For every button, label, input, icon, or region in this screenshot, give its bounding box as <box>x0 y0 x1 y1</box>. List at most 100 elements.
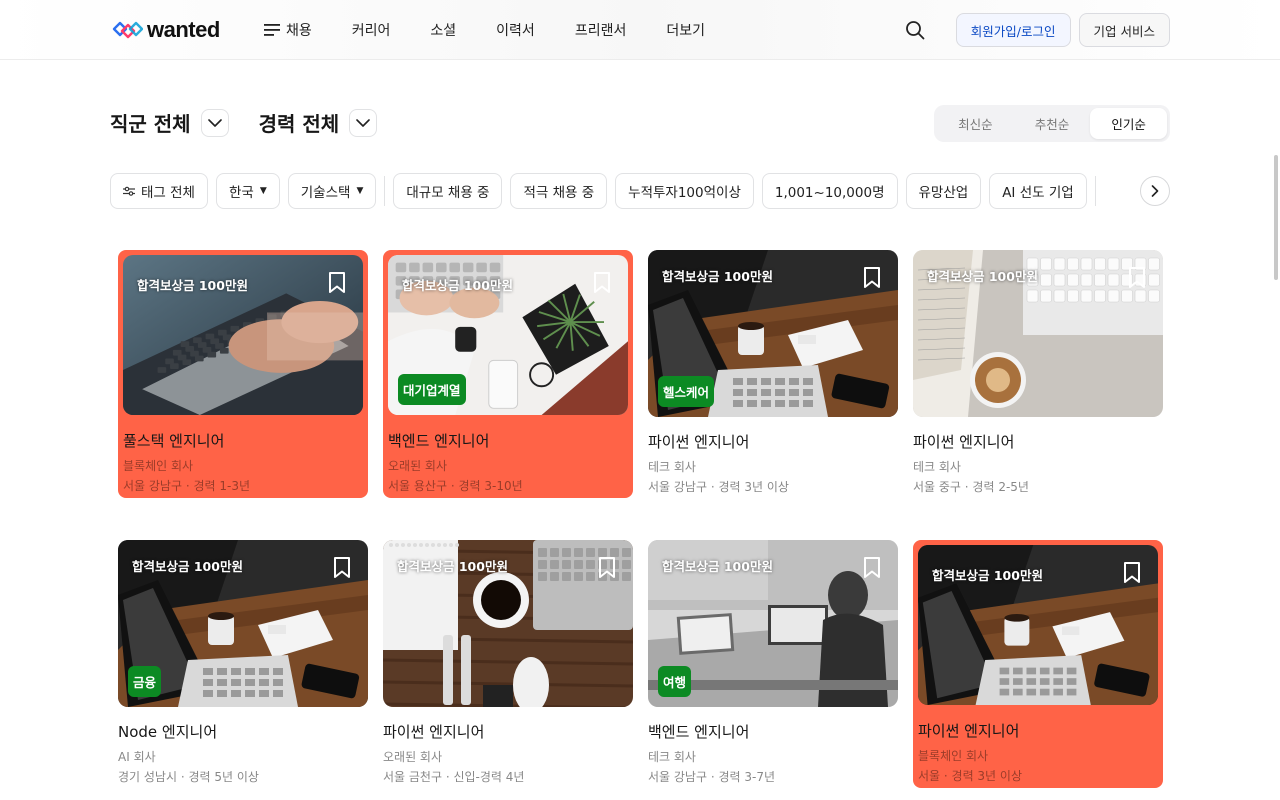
wanted-logo[interactable]: wanted <box>111 17 220 43</box>
chip-divider <box>384 176 386 206</box>
reward-label: 합격보상금 100만원 <box>397 559 508 574</box>
signup-login-button[interactable]: 회원가입/로그인 <box>955 13 1071 47</box>
nav-item-label: 커리어 <box>351 23 391 39</box>
company-name: AI 회사 <box>118 750 156 764</box>
sliders-icon <box>123 186 135 196</box>
bookmark-icon[interactable] <box>862 266 882 290</box>
industry-badge: 대기업계열 <box>398 374 466 405</box>
chevron-down-icon <box>349 108 378 137</box>
chips-next-button[interactable] <box>1140 176 1170 206</box>
chevron-right-icon <box>1151 185 1159 197</box>
job-card[interactable]: 합격보상금 100만원 파이썬 엔지니어 테크 회사 서울 중구 · 경력 2-… <box>913 250 1163 498</box>
top-header: wanted 채용 커리어 소셜 이력서 프리랜서 더보기 회원가입/로그인 기… <box>0 0 1280 60</box>
job-card[interactable]: 합격보상금 100만원 파이썬 엔지니어 블록체인 회사 서울 · 경력 3년 … <box>913 540 1163 788</box>
header-actions: 회원가입/로그인 기업 서비스 <box>898 13 1170 47</box>
main-nav: 채용 커리어 소셜 이력서 프리랜서 더보기 <box>264 18 745 42</box>
job-title: Node 엔지니어 <box>118 723 218 741</box>
company-name: 테크 회사 <box>648 750 696 764</box>
job-card[interactable]: 합격보상금 100만원 풀스택 엔지니어 블록체인 회사 서울 강남구 · 경력… <box>118 250 368 498</box>
bookmark-icon[interactable] <box>592 271 612 295</box>
job-location: 서울 금천구 · 신입-경력 4년 <box>383 770 525 784</box>
job-location: 서울 강남구 · 경력 3-7년 <box>648 770 775 784</box>
nav-item-label: 프리랜서 <box>574 23 627 39</box>
reward-label: 합격보상금 100만원 <box>932 568 1043 583</box>
nav-item-more[interactable]: 더보기 <box>666 18 705 42</box>
tag-all-chip[interactable]: 태그 전체 <box>110 173 208 209</box>
job-thumbnail: 합격보상금 100만원 헬스케어 <box>648 250 898 417</box>
sort-popular[interactable]: 인기순 <box>1090 108 1168 139</box>
chip-divider <box>1094 176 1096 206</box>
bookmark-icon[interactable] <box>1122 561 1142 585</box>
job-card[interactable]: 합격보상금 100만원 금융 Node 엔지니어 AI 회사 경기 성남시 · … <box>118 540 368 788</box>
bookmark-icon[interactable] <box>862 556 882 580</box>
nav-item-jobs[interactable]: 채용 <box>264 18 312 42</box>
filter-chip[interactable]: 1,001~10,000명 <box>761 173 898 209</box>
page-scrollbar[interactable] <box>1274 155 1278 280</box>
sort-recommended[interactable]: 추천순 <box>1014 108 1091 139</box>
job-title: 풀스택 엔지니어 <box>123 432 225 450</box>
job-location: 서울 · 경력 3년 이상 <box>918 769 1022 783</box>
bookmark-icon[interactable] <box>332 556 352 580</box>
job-thumbnail: 합격보상금 100만원 금융 <box>118 540 368 707</box>
filter-chip[interactable]: 적극 채용 중 <box>510 173 608 209</box>
job-card[interactable]: 합격보상금 100만원 헬스케어 파이썬 엔지니어 테크 회사 서울 강남구 ·… <box>648 250 898 498</box>
reward-label: 합격보상금 100만원 <box>662 269 773 284</box>
business-service-button[interactable]: 기업 서비스 <box>1078 13 1170 47</box>
nav-item-label: 채용 <box>286 23 312 39</box>
bookmark-icon[interactable] <box>327 271 347 295</box>
reward-label: 합격보상금 100만원 <box>927 269 1038 284</box>
job-thumbnail: 합격보상금 100만원 여행 <box>648 540 898 707</box>
job-location: 서울 강남구 · 경력 1-3년 <box>123 479 250 493</box>
country-label: 한국 <box>228 185 254 201</box>
company-name: 블록체인 회사 <box>918 749 989 763</box>
bookmark-icon[interactable] <box>597 556 617 580</box>
reward-label: 합격보상금 100만원 <box>402 278 513 293</box>
job-card[interactable]: 합격보상금 100만원 여행 백엔드 엔지니어 테크 회사 서울 강남구 · 경… <box>648 540 898 788</box>
nav-item-social[interactable]: 소셜 <box>430 18 456 42</box>
hamburger-icon <box>264 24 280 36</box>
job-category-select[interactable]: 직군 전체 <box>110 108 229 137</box>
wanted-logo-icon <box>112 21 143 39</box>
career-select[interactable]: 경력 전체 <box>259 108 378 137</box>
job-title: 백엔드 엔지니어 <box>648 723 750 741</box>
nav-item-label: 이력서 <box>496 23 535 39</box>
job-location: 서울 중구 · 경력 2-5년 <box>913 480 1029 494</box>
job-card[interactable]: 합격보상금 100만원 대기업계열 백엔드 엔지니어 오래된 회사 서울 용산구… <box>383 250 633 498</box>
industry-badge: 헬스케어 <box>658 376 715 407</box>
nav-item-label: 더보기 <box>666 23 705 39</box>
country-chip[interactable]: 한국 ▼ <box>215 173 280 209</box>
job-thumbnail: 합격보상금 100만원 <box>918 545 1158 705</box>
nav-item-resume[interactable]: 이력서 <box>496 18 535 42</box>
job-location: 서울 강남구 · 경력 3년 이상 <box>648 480 789 494</box>
job-thumbnail: 합격보상금 100만원 <box>123 255 363 415</box>
nav-item-freelancer[interactable]: 프리랜서 <box>575 18 627 42</box>
nav-item-career[interactable]: 커리어 <box>352 18 391 42</box>
job-title: 파이썬 엔지니어 <box>383 723 485 741</box>
reward-label: 합격보상금 100만원 <box>662 559 773 574</box>
sort-latest[interactable]: 최신순 <box>937 108 1014 139</box>
job-card[interactable]: 합격보상금 100만원 파이썬 엔지니어 오래된 회사 서울 금천구 · 신입-… <box>383 540 633 788</box>
job-location: 경기 성남시 · 경력 5년 이상 <box>118 770 259 784</box>
filter-selects: 직군 전체 경력 전체 <box>110 108 407 137</box>
tech-stack-label: 기술스택 <box>300 185 351 201</box>
search-button[interactable] <box>898 13 932 47</box>
filter-chip[interactable]: AI 선도 기업 <box>989 173 1087 209</box>
tag-all-label: 태그 전체 <box>141 185 195 201</box>
filter-chip[interactable]: 유망산업 <box>905 173 982 209</box>
company-name: 오래된 회사 <box>383 750 443 764</box>
job-title: 백엔드 엔지니어 <box>388 432 490 450</box>
job-thumbnail: 합격보상금 100만원 <box>913 250 1163 417</box>
tech-stack-chip[interactable]: 기술스택 ▼ <box>287 173 377 209</box>
filter-chip[interactable]: 대규모 채용 중 <box>393 173 503 209</box>
caret-down-icon: ▼ <box>356 186 364 196</box>
career-label: 경력 전체 <box>258 112 340 136</box>
company-name: 테크 회사 <box>913 460 961 474</box>
bookmark-icon[interactable] <box>1127 266 1147 290</box>
sort-toggle: 최신순 추천순 인기순 <box>934 105 1170 142</box>
reward-label: 합격보상금 100만원 <box>132 559 243 574</box>
job-category-label: 직군 전체 <box>110 112 191 136</box>
logo-text: wanted <box>147 17 220 42</box>
reward-label: 합격보상금 100만원 <box>137 278 248 293</box>
filter-chip[interactable]: 누적투자100억이상 <box>615 173 754 209</box>
job-title: 파이썬 엔지니어 <box>648 433 750 451</box>
